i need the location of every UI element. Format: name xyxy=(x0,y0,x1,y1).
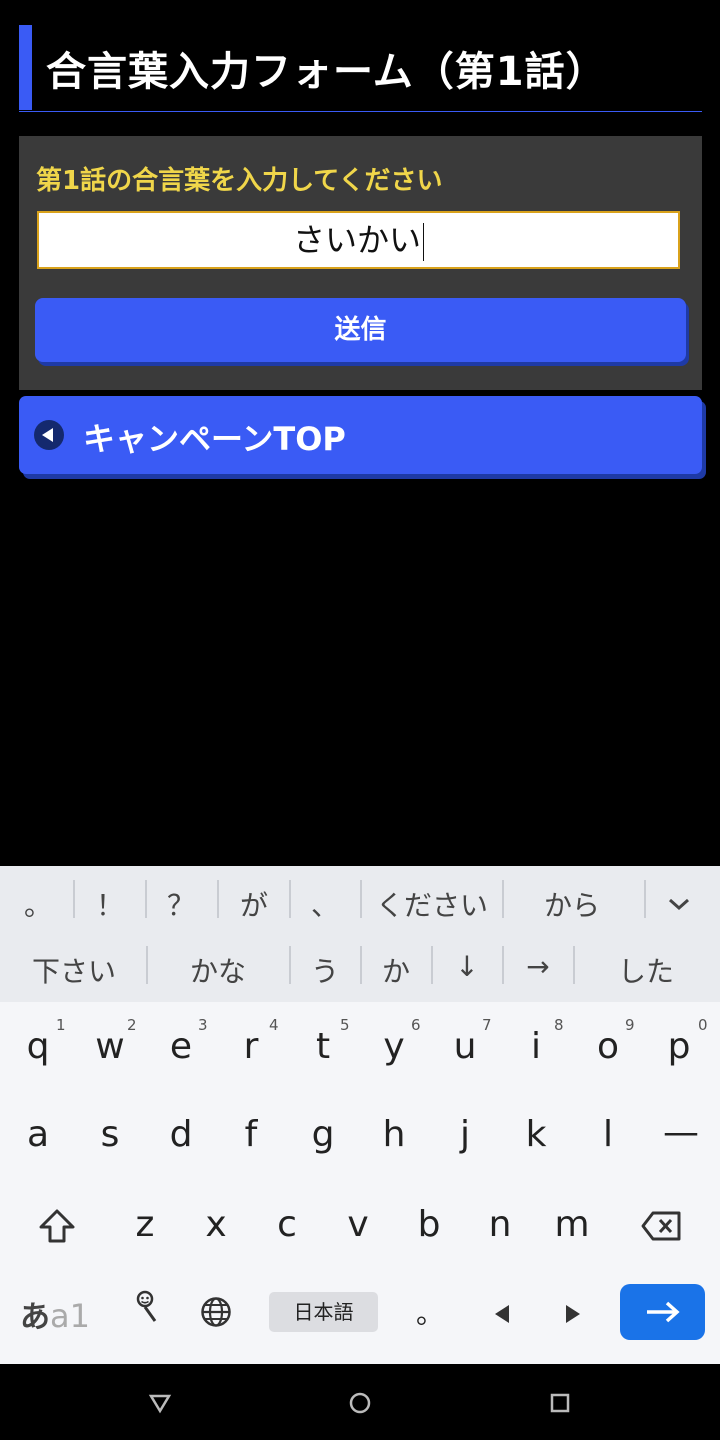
key-h[interactable]: h xyxy=(364,1114,424,1155)
campaign-top-label: キャンペーンTOP xyxy=(83,420,346,458)
divider xyxy=(217,880,219,918)
back-arrow-icon xyxy=(34,420,64,450)
divider xyxy=(644,880,646,918)
divider xyxy=(360,946,362,984)
key-z[interactable]: z xyxy=(115,1204,175,1245)
title-accent-bar xyxy=(19,25,32,110)
suggestion-item[interactable]: かな xyxy=(170,950,266,990)
soft-keyboard: 。 ！ ？ が 、 ください から 下さい かな う か ↓ → した q 1 xyxy=(0,866,720,1364)
backspace-icon[interactable] xyxy=(640,1210,682,1242)
suggestion-item[interactable]: した xyxy=(596,950,696,990)
key-hint: 2 xyxy=(127,1016,137,1034)
key-b[interactable]: b xyxy=(399,1204,459,1245)
divider xyxy=(289,946,291,984)
key-s[interactable]: s xyxy=(80,1114,140,1155)
mode-label-kana: あ xyxy=(20,1300,50,1335)
form-label: 第1話の合言葉を入力してください xyxy=(36,166,443,196)
key-hint: 4 xyxy=(269,1016,279,1034)
password-input-value: さいかい xyxy=(292,221,421,259)
key-hint: 3 xyxy=(198,1016,208,1034)
suggestion-item[interactable]: ！ xyxy=(86,884,134,924)
suggestion-item[interactable]: が xyxy=(229,884,279,924)
password-form: 第1話の合言葉を入力してください さいかい 送信 xyxy=(19,136,702,390)
key-hint: 7 xyxy=(482,1016,492,1034)
home-circle-icon[interactable] xyxy=(348,1391,372,1415)
mode-toggle-key[interactable]: あa1 xyxy=(20,1292,100,1335)
cursor-right-icon[interactable] xyxy=(563,1303,583,1325)
page-title-text: 合言葉入力フォーム（第1話） xyxy=(46,49,607,95)
password-input[interactable]: さいかい xyxy=(37,211,680,269)
suggestion-item[interactable]: ください xyxy=(370,884,494,924)
divider xyxy=(502,946,504,984)
key-k[interactable]: k xyxy=(506,1114,566,1155)
suggestion-item[interactable]: う xyxy=(301,950,349,990)
key-j[interactable]: j xyxy=(435,1114,495,1155)
divider xyxy=(360,880,362,918)
key-hint: 5 xyxy=(340,1016,350,1034)
key-g[interactable]: g xyxy=(293,1114,353,1155)
submit-button[interactable]: 送信 xyxy=(35,298,686,362)
suggestion-item[interactable]: 。 xyxy=(14,884,62,924)
text-caret xyxy=(423,223,424,261)
voice-search-icon[interactable] xyxy=(133,1290,159,1324)
key-area: q 1 w 2 e 3 r 4 t 5 y 6 u 7 i 8 o 9 p 0 … xyxy=(0,1002,720,1364)
back-triangle-icon[interactable] xyxy=(148,1392,172,1414)
suggestion-item[interactable]: 、 xyxy=(301,884,349,924)
key-hint: 9 xyxy=(625,1016,635,1034)
page-title: 合言葉入力フォーム（第1話） xyxy=(19,25,702,112)
divider xyxy=(73,880,75,918)
key-l[interactable]: l xyxy=(578,1114,638,1155)
suggestion-bar: 。 ！ ？ が 、 ください から 下さい かな う か ↓ → した xyxy=(0,866,720,1002)
enter-arrow-icon xyxy=(647,1301,680,1323)
suggestion-item[interactable]: か xyxy=(372,950,420,990)
campaign-top-button[interactable]: キャンペーンTOP xyxy=(19,396,702,474)
key-d[interactable]: d xyxy=(151,1114,211,1155)
key-hint: 0 xyxy=(698,1016,708,1034)
enter-key[interactable] xyxy=(620,1284,705,1340)
key-x[interactable]: x xyxy=(186,1204,246,1245)
divider xyxy=(145,880,147,918)
key-dash[interactable]: — xyxy=(651,1112,711,1153)
suggestion-item[interactable]: から xyxy=(520,884,624,924)
divider xyxy=(289,880,291,918)
key-m[interactable]: m xyxy=(542,1204,602,1245)
suggestion-item[interactable]: → xyxy=(514,950,562,983)
mode-label-alpha: a1 xyxy=(50,1297,90,1335)
shift-icon[interactable] xyxy=(38,1208,76,1244)
suggestion-item[interactable]: ？ xyxy=(157,884,205,924)
recents-square-icon[interactable] xyxy=(549,1392,571,1414)
key-n[interactable]: n xyxy=(470,1204,530,1245)
divider xyxy=(146,946,148,984)
key-v[interactable]: v xyxy=(328,1204,388,1245)
key-hint: 6 xyxy=(411,1016,421,1034)
divider xyxy=(502,880,504,918)
key-hint: 1 xyxy=(56,1016,66,1034)
key-period[interactable]: 。 xyxy=(400,1292,460,1332)
suggestion-item[interactable]: 下さい xyxy=(20,950,128,990)
divider xyxy=(431,946,433,984)
key-f[interactable]: f xyxy=(221,1114,281,1155)
suggestion-item[interactable]: ↓ xyxy=(443,950,491,983)
system-nav-bar xyxy=(0,1364,720,1440)
divider xyxy=(573,946,575,984)
key-a[interactable]: a xyxy=(8,1114,68,1155)
space-key[interactable]: 日本語 xyxy=(269,1292,378,1332)
key-c[interactable]: c xyxy=(257,1204,317,1245)
chevron-down-icon[interactable] xyxy=(666,894,692,914)
key-hint: 8 xyxy=(554,1016,564,1034)
cursor-left-icon[interactable] xyxy=(492,1303,512,1325)
globe-icon[interactable] xyxy=(200,1296,232,1328)
